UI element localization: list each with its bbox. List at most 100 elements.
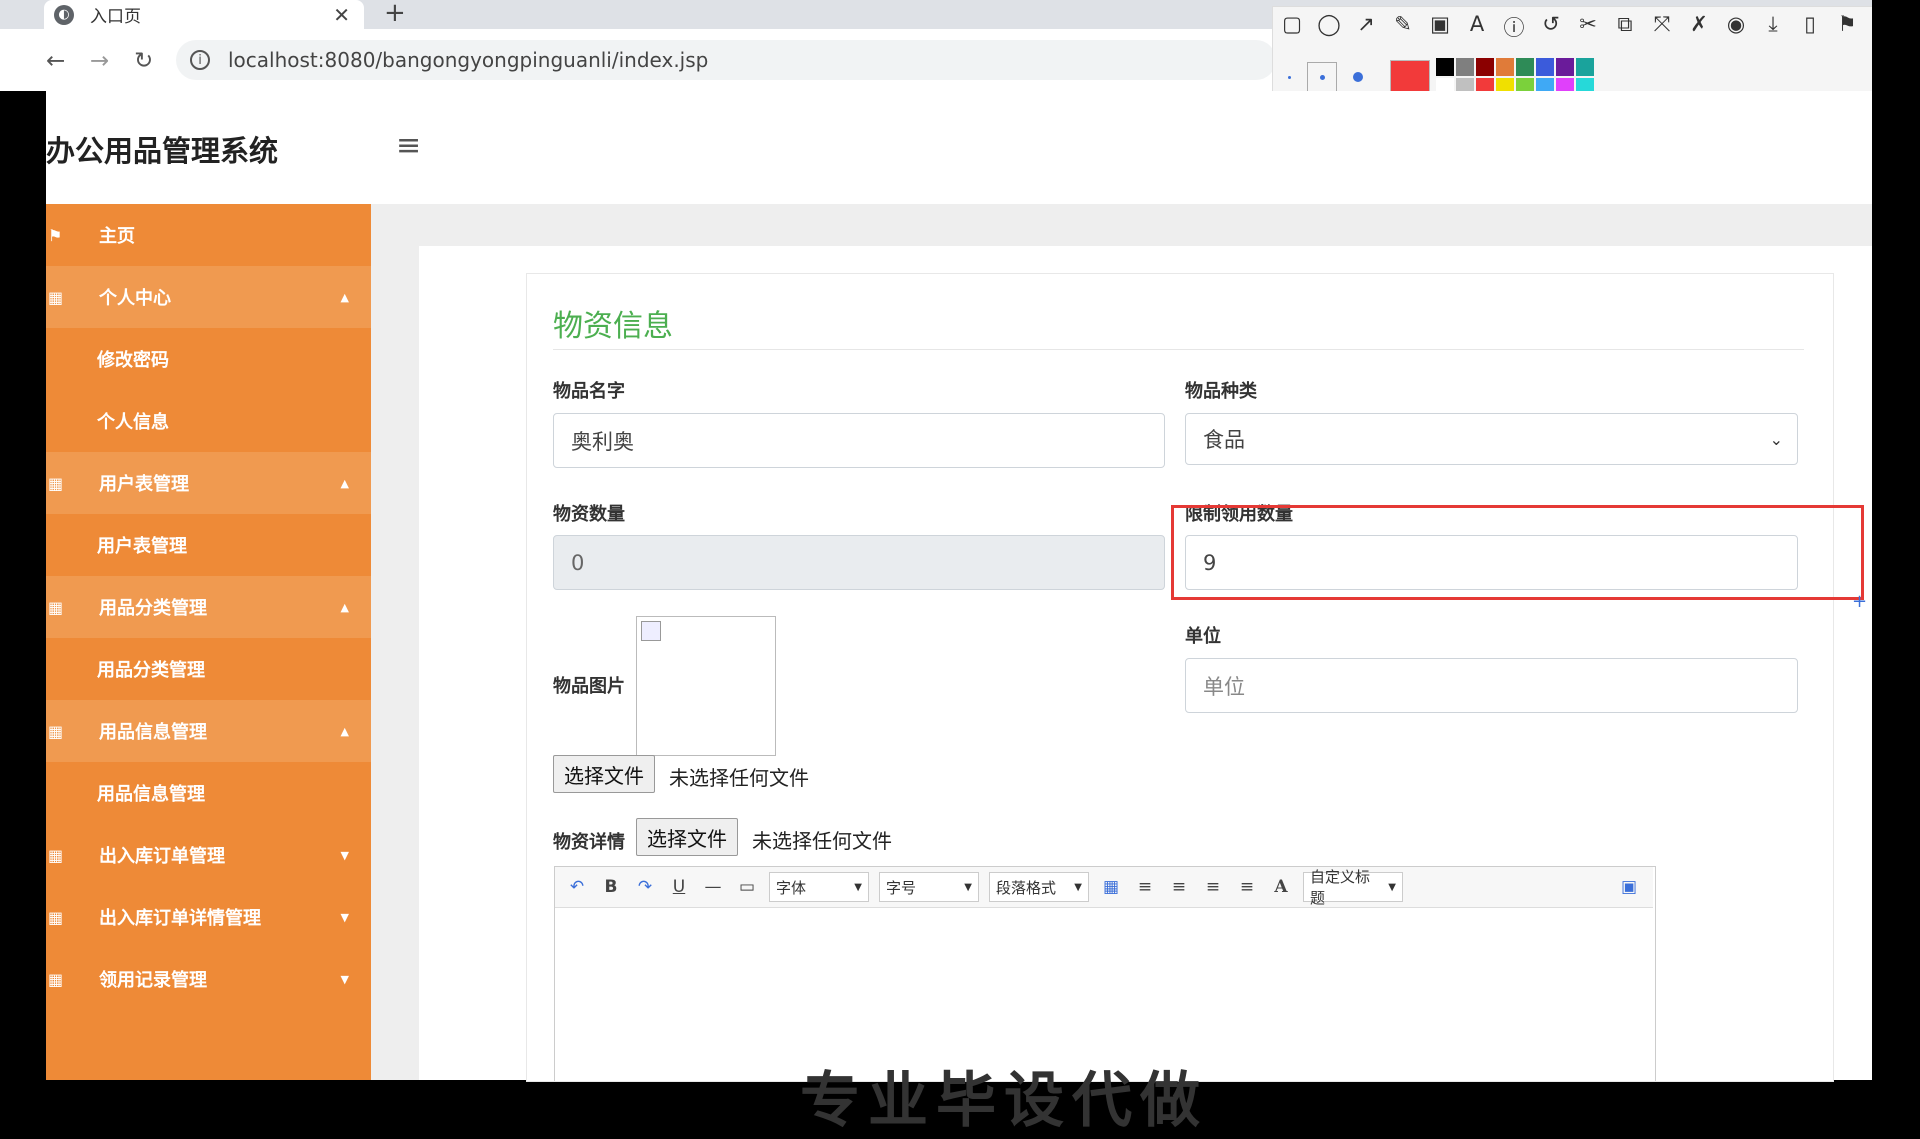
detail-no-file-text: 未选择任何文件 bbox=[752, 829, 892, 853]
palette-color-swatch[interactable] bbox=[1556, 58, 1574, 76]
unit-label: 单位 bbox=[1185, 626, 1221, 647]
caret-up-icon: ▲ bbox=[340, 724, 349, 738]
palette-color-swatch[interactable] bbox=[1576, 58, 1594, 76]
unit-placeholder: 单位 bbox=[1203, 674, 1245, 699]
editor-body-text: 专业毕设代做 bbox=[800, 1066, 1208, 1136]
annotation-tool-icon[interactable]: ⤧ bbox=[1650, 12, 1674, 42]
annotation-tool-icon[interactable]: ▯ bbox=[1798, 12, 1822, 42]
quantity-label: 物资数量 bbox=[553, 504, 625, 525]
annotation-tool-icon[interactable]: ↗ bbox=[1354, 12, 1378, 42]
sidebar-item[interactable]: 用户表管理 bbox=[46, 514, 371, 576]
sidebar-item[interactable]: ▦ 用品信息管理 ▲ bbox=[46, 700, 371, 762]
table-icon[interactable]: ▦ bbox=[1099, 877, 1123, 897]
annotation-tool-icon[interactable]: ✂ bbox=[1576, 12, 1600, 42]
align-right-icon[interactable]: ≡ bbox=[1167, 877, 1191, 897]
annotation-tool-icon[interactable]: ✎ bbox=[1391, 12, 1415, 42]
bold-button[interactable]: B bbox=[599, 877, 623, 897]
name-value: 奥利奥 bbox=[571, 429, 634, 454]
sidebar-item[interactable]: ▦ 用品分类管理 ▲ bbox=[46, 576, 371, 638]
sidebar-item[interactable]: ▦ 出入库订单管理 ▼ bbox=[46, 824, 371, 886]
name-input[interactable]: 奥利奥 bbox=[553, 413, 1165, 468]
sidebar-item[interactable]: ▦ 用户表管理 ▲ bbox=[46, 452, 371, 514]
annotation-tool-icon[interactable]: ⧉ bbox=[1613, 12, 1637, 42]
palette-color-swatch[interactable] bbox=[1536, 58, 1554, 76]
horizontal-rule-icon[interactable]: — bbox=[701, 877, 725, 897]
sidebar-item[interactable]: ▦ 出入库订单详情管理 ▼ bbox=[46, 886, 371, 948]
sidebar-item-label: 用品信息管理 bbox=[99, 722, 207, 743]
palette-color-swatch[interactable] bbox=[1456, 58, 1474, 76]
sidebar-item[interactable]: ⚑ 主页 bbox=[46, 204, 371, 266]
font-dropdown[interactable]: 字体 ▼ bbox=[769, 872, 869, 902]
address-bar[interactable]: i localhost:8080/bangongyongpinguanli/in… bbox=[176, 40, 1276, 80]
detail-label: 物资详情 bbox=[553, 832, 625, 853]
size-dropdown-label: 字号 bbox=[886, 878, 917, 897]
align-justify-icon[interactable]: ≡ bbox=[1235, 877, 1259, 897]
palette-color-swatch[interactable] bbox=[1496, 58, 1514, 76]
custom-title-dropdown[interactable]: 自定义标题 ▼ bbox=[1303, 868, 1403, 907]
redo-icon[interactable]: ↷ bbox=[633, 877, 657, 897]
annotation-tool-icon[interactable]: ▢ bbox=[1280, 12, 1304, 42]
title-divider bbox=[553, 349, 1804, 350]
brush-size-medium[interactable] bbox=[1307, 62, 1337, 92]
align-left-icon[interactable]: ≡ bbox=[1133, 877, 1157, 897]
grid-icon: ▦ bbox=[48, 473, 64, 493]
annotation-tool-icon[interactable]: ◉ bbox=[1724, 12, 1748, 42]
image-file-button[interactable]: 选择文件 bbox=[553, 755, 655, 793]
tab-close-icon[interactable]: ✕ bbox=[333, 3, 350, 27]
quantity-input[interactable]: 0 bbox=[553, 535, 1165, 590]
brush-size-small[interactable] bbox=[1288, 75, 1291, 79]
grid-icon: ▦ bbox=[48, 845, 64, 865]
align-center-icon[interactable]: ≡ bbox=[1201, 877, 1225, 897]
back-arrow-icon[interactable]: ← bbox=[46, 48, 65, 74]
annotation-tool-icon[interactable]: A bbox=[1465, 12, 1489, 42]
dropdown-arrow-icon: ▼ bbox=[1074, 881, 1082, 893]
page-icon[interactable]: ▭ bbox=[735, 877, 759, 897]
brush-size-large[interactable] bbox=[1353, 72, 1363, 82]
font-color-button[interactable]: A bbox=[1269, 877, 1293, 897]
custom-title-label: 自定义标题 bbox=[1310, 868, 1371, 907]
palette-color-swatch[interactable] bbox=[1476, 58, 1494, 76]
fullscreen-icon[interactable]: ▣ bbox=[1617, 877, 1641, 897]
sidebar-item[interactable]: ▦ 个人中心 ▲ bbox=[46, 266, 371, 328]
annotation-tool-icon[interactable]: ⓘ bbox=[1502, 12, 1526, 42]
sidebar-item-label: 用品信息管理 bbox=[97, 784, 205, 805]
sidebar-item[interactable]: 用品分类管理 bbox=[46, 638, 371, 700]
sidebar-item[interactable]: 用品信息管理 bbox=[46, 762, 371, 824]
sidebar-item-label: 用户表管理 bbox=[97, 536, 187, 557]
globe-icon: ◐ bbox=[54, 4, 74, 25]
undo-icon[interactable]: ↶ bbox=[565, 877, 589, 897]
annotation-tool-icon[interactable]: ✗ bbox=[1687, 12, 1711, 42]
sidebar-item-label: 修改密码 bbox=[97, 350, 169, 371]
paragraph-dropdown[interactable]: 段落格式 ▼ bbox=[989, 872, 1089, 902]
category-select[interactable]: 食品 ⌄ bbox=[1185, 413, 1798, 465]
hamburger-menu-icon[interactable]: ≡ bbox=[396, 128, 421, 163]
sidebar-item[interactable]: ▦ 领用记录管理 ▼ bbox=[46, 948, 371, 1010]
editor-toolbar: ↶ B ↷ U — ▭ 字体 ▼ 字号 ▼ 段落格式 ▼ ▦ ≡ ≡ ≡ ≡ A 自定… bbox=[555, 867, 1653, 908]
sidebar-item-label: 用品分类管理 bbox=[97, 660, 205, 681]
brush-sizes bbox=[1280, 62, 1363, 92]
reload-icon[interactable]: ↻ bbox=[134, 48, 153, 74]
caret-up-icon: ▲ bbox=[340, 290, 349, 304]
unit-input[interactable]: 单位 bbox=[1185, 658, 1798, 713]
info-icon[interactable]: i bbox=[190, 50, 210, 70]
annotation-tool-icon[interactable]: ⚑ bbox=[1835, 12, 1859, 42]
palette-color-swatch[interactable] bbox=[1436, 58, 1454, 76]
annotation-tool-icon[interactable]: ⤓ bbox=[1761, 12, 1785, 42]
annotation-tool-icon[interactable]: ◯ bbox=[1317, 12, 1341, 42]
forward-arrow-icon[interactable]: → bbox=[90, 48, 109, 74]
size-dropdown[interactable]: 字号 ▼ bbox=[879, 872, 979, 902]
detail-file-button[interactable]: 选择文件 bbox=[636, 818, 738, 856]
flag-icon: ⚑ bbox=[48, 225, 63, 245]
sidebar-item[interactable]: 修改密码 bbox=[46, 328, 371, 390]
browser-tab[interactable]: ◐ 入口页 ✕ bbox=[44, 0, 364, 29]
paragraph-dropdown-label: 段落格式 bbox=[996, 878, 1057, 897]
annotation-tool-icon[interactable]: ↺ bbox=[1539, 12, 1563, 42]
sidebar-item-label: 个人中心 bbox=[99, 288, 171, 309]
annotation-tool-icon[interactable]: ▣ bbox=[1428, 12, 1452, 42]
sidebar-item-label: 用品分类管理 bbox=[99, 598, 207, 619]
dropdown-arrow-icon: ▼ bbox=[854, 881, 862, 893]
new-tab-button[interactable]: + bbox=[384, 0, 406, 29]
underline-button[interactable]: U bbox=[667, 877, 691, 897]
palette-color-swatch[interactable] bbox=[1516, 58, 1534, 76]
sidebar-item[interactable]: 个人信息 bbox=[46, 390, 371, 452]
